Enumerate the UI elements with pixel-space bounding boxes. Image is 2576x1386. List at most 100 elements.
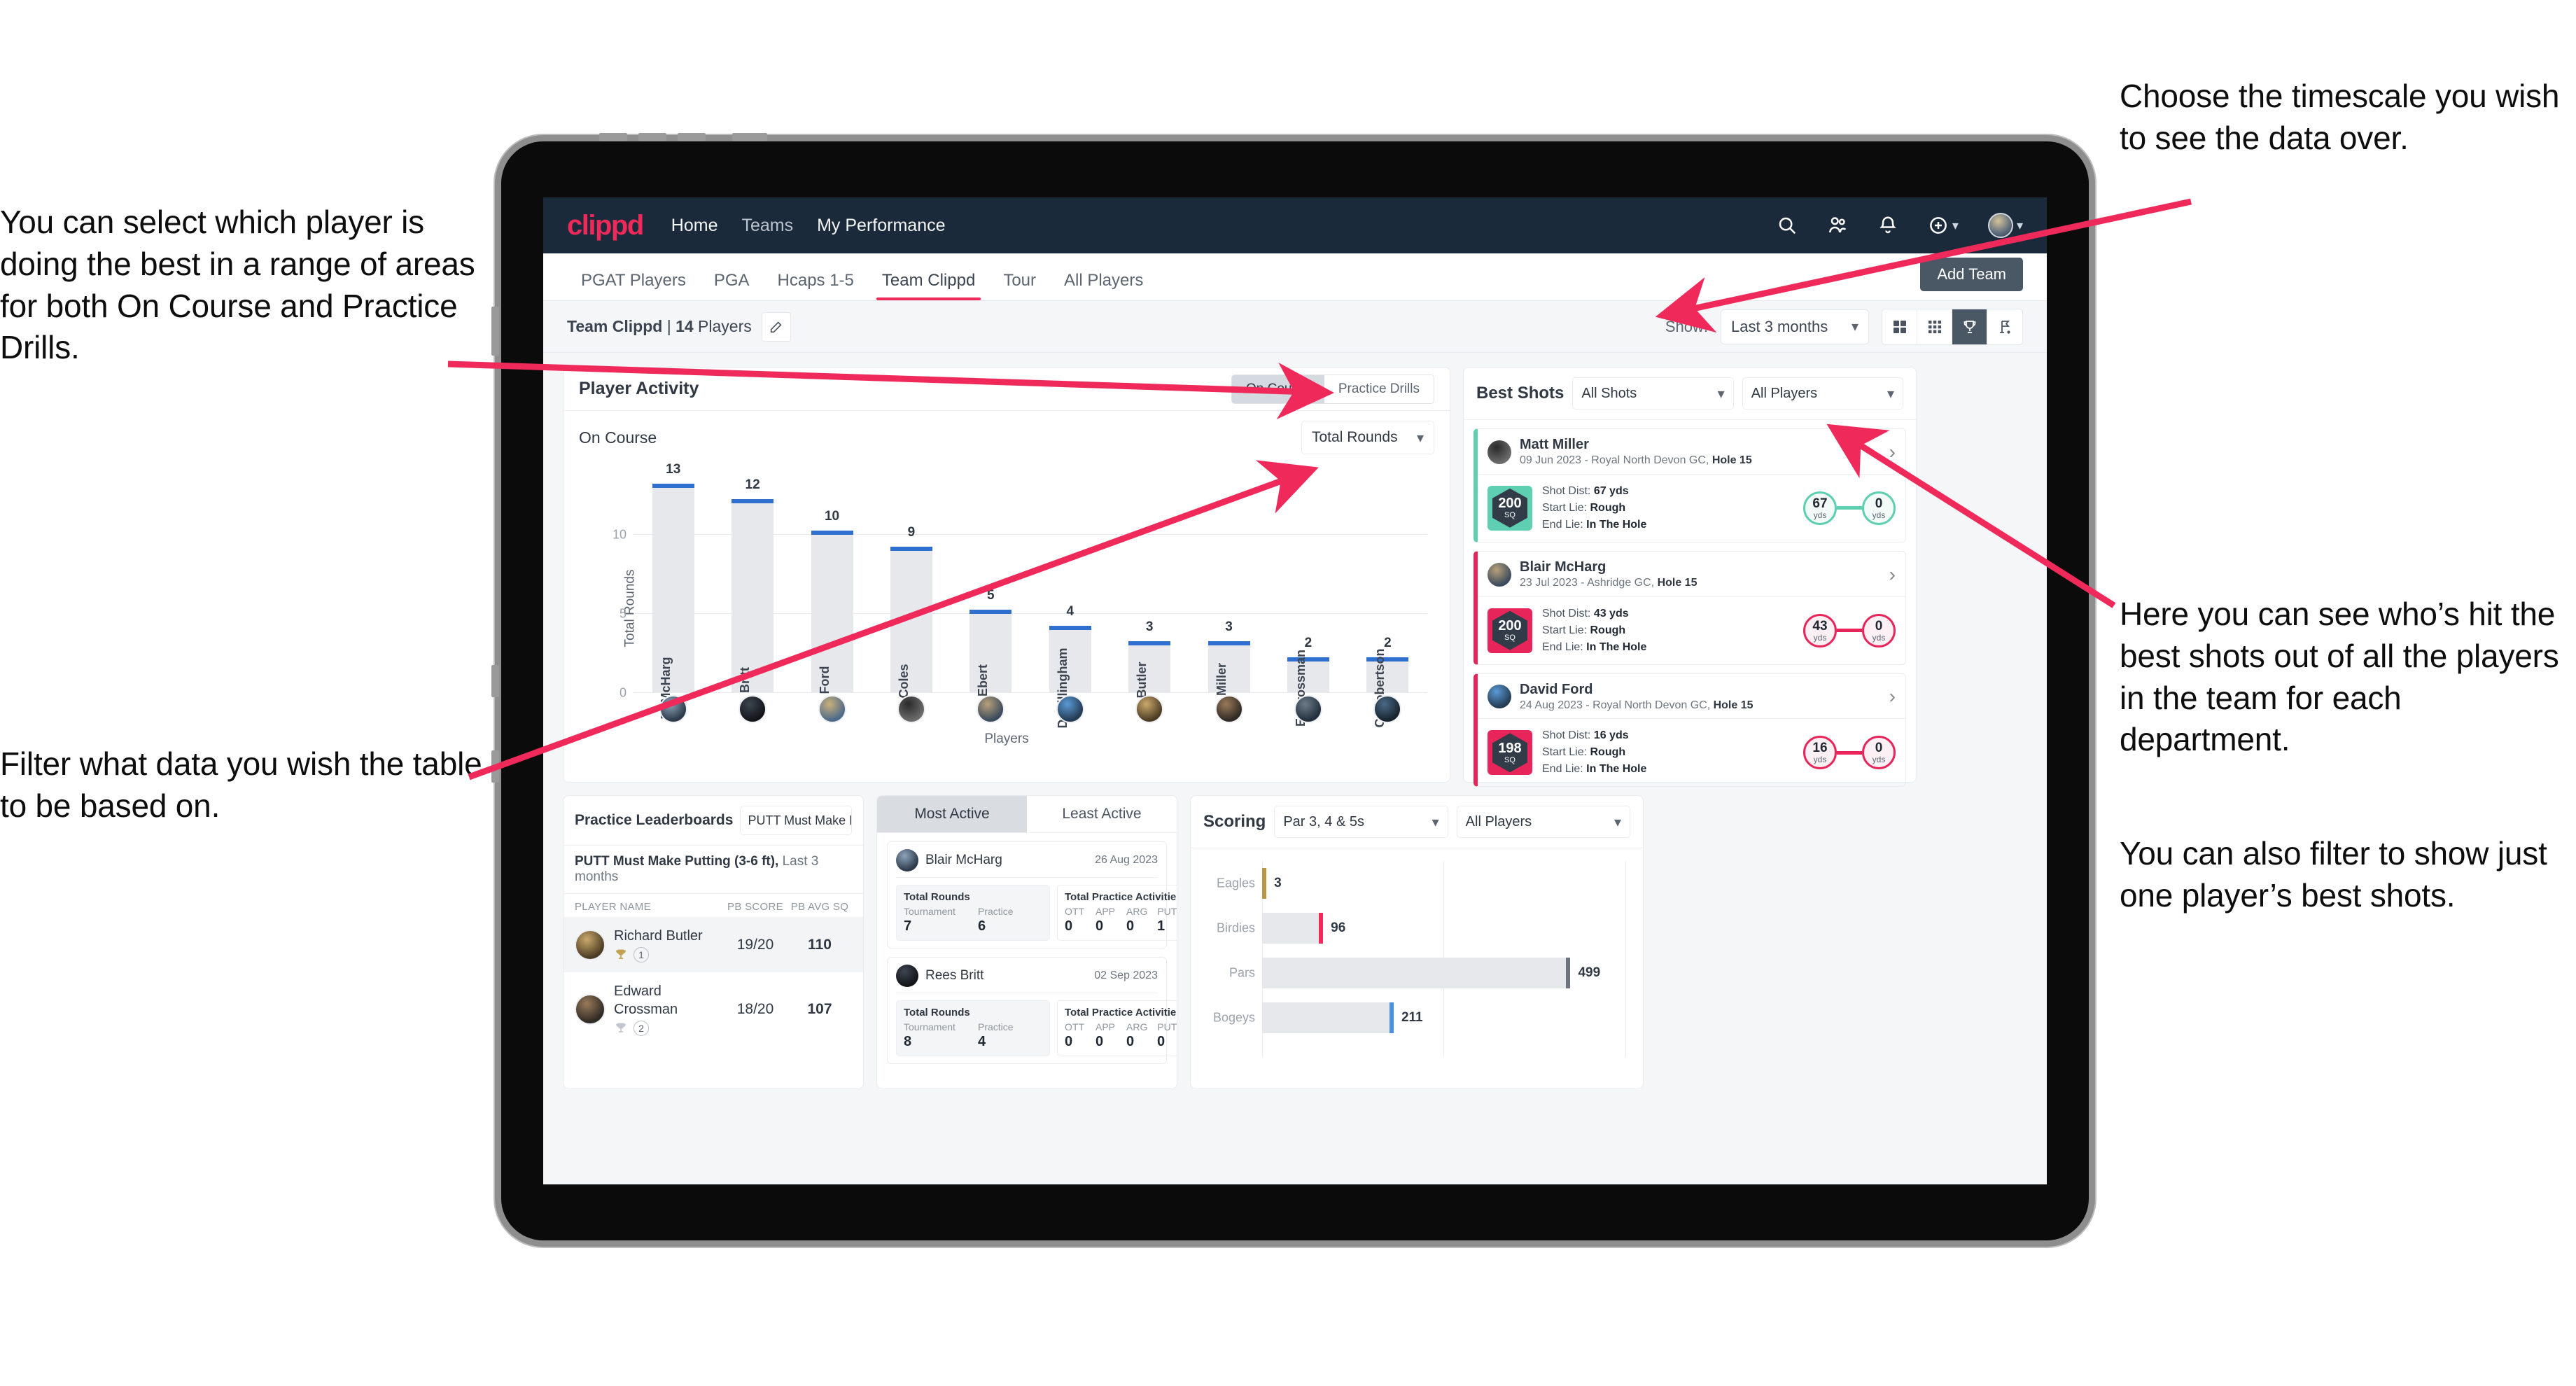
tab-most-active[interactable]: Most Active bbox=[877, 796, 1027, 832]
player-avatar[interactable] bbox=[976, 695, 1005, 723]
chart-bar[interactable]: R. Britt bbox=[732, 499, 774, 709]
people-icon[interactable] bbox=[1827, 215, 1848, 236]
player-avatar[interactable] bbox=[1214, 695, 1243, 723]
volume-button[interactable] bbox=[678, 133, 706, 141]
chart-bar-column[interactable]: 4 D. Billingham bbox=[1030, 471, 1110, 729]
side-button[interactable] bbox=[491, 665, 499, 697]
shot-player-value: All Players bbox=[1751, 385, 1818, 401]
avatar-icon[interactable] bbox=[1987, 213, 2013, 238]
grid-large-icon[interactable] bbox=[1882, 309, 1917, 344]
activity-player-card[interactable]: Blair McHarg 26 Aug 2023 Total Rounds Tourn… bbox=[887, 841, 1177, 948]
table-row[interactable]: Edward Crossman 2 18/20 107 bbox=[564, 972, 863, 1046]
search-icon[interactable] bbox=[1777, 215, 1798, 236]
chart-bar-column[interactable]: 13 B. McHarg bbox=[634, 462, 713, 720]
chart-bar-column[interactable]: 3 R. Butler bbox=[1110, 471, 1189, 715]
segment-practice-drills[interactable]: Practice Drills bbox=[1324, 374, 1434, 403]
player-avatar[interactable] bbox=[896, 965, 918, 987]
chevron-down-icon[interactable]: ▾ bbox=[2017, 218, 2023, 233]
player-avatar[interactable] bbox=[818, 695, 846, 723]
player-avatar[interactable] bbox=[1056, 695, 1084, 723]
chart-bar-column[interactable]: 3 M. Miller bbox=[1189, 471, 1268, 713]
nav-link-teams[interactable]: Teams bbox=[741, 216, 793, 236]
chart-bar-column[interactable]: 5 E. Ebert bbox=[951, 471, 1030, 712]
chart-bar[interactable]: M. Miller bbox=[1208, 641, 1250, 713]
grid-small-icon[interactable] bbox=[1917, 309, 1952, 344]
trophy-icon[interactable] bbox=[1952, 309, 1987, 344]
player-avatar[interactable] bbox=[1373, 695, 1402, 723]
best-shot-card[interactable]: Matt Miller 09 Jun 2023 - Royal North Dev… bbox=[1474, 428, 1906, 542]
leaderboard-drill-select[interactable]: PUTT Must Make Putting ... ▾ bbox=[740, 806, 852, 835]
tab-least-active[interactable]: Least Active bbox=[1027, 796, 1177, 832]
player-avatar[interactable] bbox=[575, 929, 606, 960]
chart-bar-column[interactable]: 2 E. Crossman bbox=[1268, 471, 1348, 727]
flag-icon[interactable] bbox=[1987, 309, 2022, 344]
volume-button[interactable] bbox=[638, 133, 666, 141]
scoring-player-select[interactable]: All Players ▾ bbox=[1456, 806, 1630, 838]
table-row[interactable]: Richard Butler 1 19/20 110 bbox=[564, 917, 863, 972]
nav-link-home[interactable]: Home bbox=[671, 216, 718, 236]
add-circle-icon[interactable] bbox=[1928, 215, 1949, 236]
side-button[interactable] bbox=[491, 307, 499, 356]
shot-player-select[interactable]: All Players ▾ bbox=[1742, 377, 1904, 410]
tab-pga[interactable]: PGA bbox=[700, 271, 764, 300]
edit-team-button[interactable] bbox=[761, 312, 791, 342]
player-avatar-row bbox=[634, 695, 1427, 723]
best-shot-card[interactable]: David Ford 24 Aug 2023 - Royal North Devo… bbox=[1474, 673, 1906, 788]
scoring-chart: Eagles 3 Birdies 96 Pars 499 Bogeys 211 bbox=[1203, 861, 1630, 1057]
metric-select[interactable]: Total Rounds ▾ bbox=[1301, 421, 1434, 454]
chevron-right-icon[interactable]: › bbox=[1889, 564, 1896, 584]
bell-icon[interactable] bbox=[1877, 215, 1898, 236]
scoring-bar-row[interactable]: Bogeys 211 bbox=[1213, 1002, 1630, 1033]
timescale-select[interactable]: Last 3 months ▾ bbox=[1721, 309, 1869, 344]
chart-bar[interactable]: R. Butler bbox=[1128, 641, 1171, 715]
tab-hcaps-1-5[interactable]: Hcaps 1-5 bbox=[764, 271, 868, 300]
chevron-down-icon[interactable]: ▾ bbox=[1952, 218, 1959, 233]
chart-bar[interactable]: E. Ebert bbox=[969, 610, 1012, 712]
chevron-down-icon: ▾ bbox=[1851, 319, 1858, 335]
volume-button[interactable] bbox=[599, 133, 627, 141]
player-avatar[interactable] bbox=[575, 993, 606, 1025]
tab-pgat-players[interactable]: PGAT Players bbox=[567, 271, 700, 300]
shot-type-select[interactable]: All Shots ▾ bbox=[1572, 377, 1734, 410]
segment-on-course[interactable]: On Course bbox=[1232, 374, 1324, 403]
scoring-bar-row[interactable]: Pars 499 bbox=[1229, 958, 1630, 988]
chevron-right-icon[interactable]: › bbox=[1889, 442, 1896, 462]
chart-bar-column[interactable]: 10 D. Ford bbox=[792, 471, 872, 710]
player-avatar[interactable] bbox=[1294, 695, 1322, 723]
player-avatar[interactable] bbox=[738, 695, 767, 723]
chevron-right-icon[interactable]: › bbox=[1889, 687, 1896, 706]
player-avatar[interactable] bbox=[1488, 440, 1511, 464]
chart-bar[interactable]: D. Billingham bbox=[1049, 625, 1091, 729]
chart-bar[interactable]: B. McHarg bbox=[652, 483, 694, 720]
chart-bar-column[interactable]: 2 C. Robertson bbox=[1348, 471, 1427, 728]
player-avatar[interactable] bbox=[1135, 695, 1164, 723]
activity-player-card[interactable]: Rees Britt 02 Sep 2023 Total Rounds Tournam… bbox=[887, 957, 1177, 1064]
player-avatar[interactable] bbox=[1488, 562, 1511, 587]
chart-bar[interactable]: E. Crossman bbox=[1287, 650, 1329, 727]
start-distance-unit: yds bbox=[1813, 755, 1827, 765]
practice-title: Total Practice Activities bbox=[1065, 891, 1177, 903]
power-button[interactable] bbox=[732, 133, 767, 141]
chart-bar-column[interactable]: 9 J. Coles bbox=[872, 471, 951, 713]
tab-all-players[interactable]: All Players bbox=[1050, 271, 1157, 300]
player-avatar[interactable] bbox=[1488, 685, 1511, 709]
end-distance-unit: yds bbox=[1872, 755, 1886, 765]
tab-tour[interactable]: Tour bbox=[989, 271, 1050, 300]
scoring-bar-row[interactable]: Birdies 96 bbox=[1217, 913, 1630, 944]
par-filter-select[interactable]: Par 3, 4 & 5s ▾ bbox=[1274, 806, 1448, 838]
chart-bar-column[interactable]: 12 R. Britt bbox=[713, 471, 792, 709]
side-button[interactable] bbox=[491, 750, 499, 783]
player-avatar[interactable] bbox=[896, 849, 918, 872]
leaderboard-drill-caption: PUTT Must Make Putting (3-6 ft), Last 3 … bbox=[564, 846, 863, 894]
clippd-logo[interactable]: clippd bbox=[567, 210, 644, 241]
player-avatar[interactable] bbox=[897, 695, 925, 723]
tab-team-clippd[interactable]: Team Clippd bbox=[868, 271, 989, 300]
chart-bar[interactable]: D. Ford bbox=[811, 531, 853, 710]
chart-bar[interactable]: J. Coles bbox=[890, 546, 932, 713]
player-avatar[interactable] bbox=[659, 695, 687, 723]
scoring-bar-row[interactable]: Eagles 3 bbox=[1217, 868, 1630, 899]
nav-link-my-performance[interactable]: My Performance bbox=[817, 216, 945, 236]
chart-bar[interactable]: C. Robertson bbox=[1366, 648, 1409, 728]
add-team-button[interactable]: Add Team bbox=[1920, 258, 2023, 291]
best-shot-card[interactable]: Blair McHarg 23 Jul 2023 - Ashridge GC, H… bbox=[1474, 550, 1906, 665]
